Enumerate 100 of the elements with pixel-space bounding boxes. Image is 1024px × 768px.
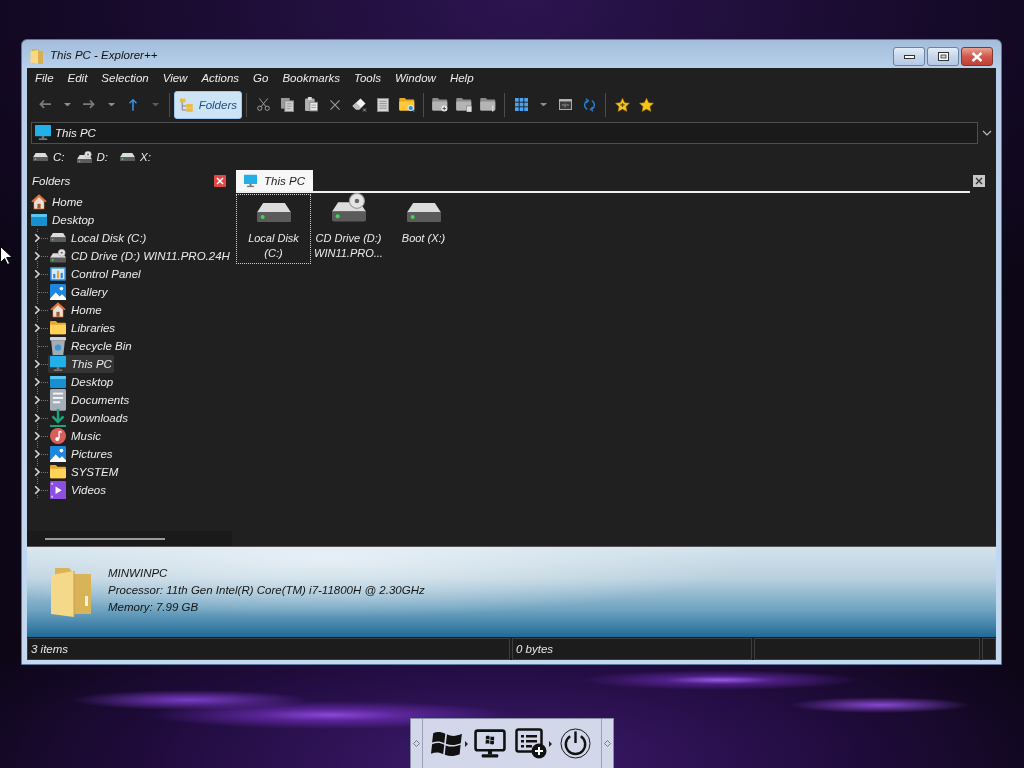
scissors-icon <box>256 98 270 111</box>
video-icon <box>50 480 66 500</box>
close-icon <box>971 51 983 62</box>
mouse-pointer-icon <box>0 246 12 265</box>
menu-item[interactable]: View <box>155 68 195 89</box>
maximize-button[interactable] <box>927 47 959 66</box>
taskbar-button[interactable] <box>515 726 552 761</box>
tree-item[interactable]: Videos <box>48 481 108 499</box>
chevron-icon[interactable] <box>34 467 41 477</box>
drive-icon <box>406 202 441 222</box>
chevron-down-icon[interactable] <box>982 130 992 136</box>
up-arrow-icon <box>129 98 137 111</box>
drive-button[interactable]: C: <box>32 148 66 166</box>
chevron-icon[interactable] <box>34 395 41 405</box>
drive-icon <box>120 152 135 162</box>
folder-icon <box>50 321 66 335</box>
minimize-button[interactable] <box>893 47 925 66</box>
tree-item[interactable]: Gallery <box>48 283 110 301</box>
menu-item[interactable]: Bookmarks <box>275 68 347 89</box>
resize-grip[interactable] <box>982 638 996 660</box>
grip-icon <box>413 740 420 747</box>
window-title: This PC - Explorer++ <box>50 49 158 61</box>
drive-button[interactable]: X: <box>119 148 152 166</box>
tree-item[interactable]: Desktop <box>48 373 116 391</box>
address-field[interactable]: This PC <box>31 122 978 144</box>
tree-item[interactable]: Home <box>48 301 104 319</box>
cd-drive-icon <box>50 249 66 263</box>
monitor-icon <box>50 356 66 372</box>
chevron-icon[interactable] <box>34 413 41 423</box>
folder-tree-icon <box>179 96 194 113</box>
list-add-icon <box>515 728 547 759</box>
document-icon <box>50 389 66 411</box>
home-icon <box>50 302 66 318</box>
horizontal-scrollbar[interactable] <box>27 531 232 546</box>
chevron-icon[interactable] <box>34 359 41 369</box>
menu-item[interactable]: Tools <box>347 68 389 89</box>
caret-icon <box>151 102 159 107</box>
folders-button[interactable]: Folders <box>174 90 242 119</box>
menu-item[interactable]: File <box>28 68 61 89</box>
left-arrow-icon <box>39 100 51 109</box>
drive-item[interactable]: Boot (X:) <box>386 194 461 249</box>
tree-item[interactable]: Home <box>29 193 85 211</box>
grid-icon <box>514 98 528 111</box>
monitor-icon <box>35 125 51 141</box>
close-pane-button[interactable] <box>214 174 226 187</box>
tree-item[interactable]: Documents <box>48 391 132 409</box>
chevron-icon[interactable] <box>34 269 41 279</box>
status-text: 0 bytes <box>516 643 554 655</box>
folder-icon <box>456 97 472 112</box>
caret-icon <box>63 102 71 107</box>
home-icon <box>31 194 47 210</box>
tab[interactable]: This PC <box>236 170 313 191</box>
drive-button[interactable]: D: <box>75 148 109 166</box>
chevron-icon[interactable] <box>34 377 41 387</box>
chevron-icon[interactable] <box>34 485 41 495</box>
folder-icon <box>30 48 44 64</box>
taskbar-button[interactable] <box>560 726 591 761</box>
chevron-icon[interactable] <box>34 323 41 333</box>
tree-item[interactable]: Control Panel <box>48 265 143 283</box>
menu-item[interactable]: Window <box>388 68 443 89</box>
desktop-icon <box>50 376 66 388</box>
close-button[interactable] <box>961 47 993 66</box>
chevron-icon[interactable] <box>34 251 41 261</box>
close-icon <box>975 177 983 185</box>
drive-item[interactable]: Local Disk (C:) <box>236 194 311 264</box>
menu-item[interactable]: Edit <box>60 68 95 89</box>
chevron-icon[interactable] <box>34 449 41 459</box>
tree-item[interactable]: Local Disk (C:) <box>48 229 149 247</box>
menu-item[interactable]: Help <box>442 68 481 89</box>
caret-icon <box>107 102 115 107</box>
tree-item[interactable]: Desktop <box>29 211 97 229</box>
tree-item[interactable]: Downloads <box>48 409 130 427</box>
menu-item[interactable]: Actions <box>194 68 247 89</box>
close-tab-button[interactable] <box>973 175 985 187</box>
recycle-bin-icon <box>50 336 66 356</box>
monitor-icon <box>474 729 506 758</box>
menu-item[interactable]: Go <box>246 68 276 89</box>
tree-item[interactable]: Recycle Bin <box>48 337 134 355</box>
tree-item[interactable]: Music <box>48 427 104 445</box>
picture-icon <box>50 446 66 462</box>
control-panel-icon <box>50 267 66 281</box>
tree-item[interactable]: SYSTEM <box>48 463 121 481</box>
monitor-icon <box>244 172 258 189</box>
close-icon <box>216 176 224 185</box>
drive-icon <box>50 233 66 243</box>
tree-item[interactable]: Libraries <box>48 319 118 337</box>
chevron-icon[interactable] <box>34 431 41 441</box>
status-text: 3 items <box>31 643 69 655</box>
tree-item[interactable]: Pictures <box>48 445 115 463</box>
tree-item[interactable]: CD Drive (D:) WIN11.PRO.24H <box>48 247 232 265</box>
chevron-icon[interactable] <box>34 305 41 315</box>
tree-item[interactable]: This PC <box>48 355 114 373</box>
chevron-icon[interactable] <box>34 233 41 243</box>
star-plus-icon <box>614 97 630 112</box>
menu-item[interactable]: Selection <box>94 68 156 89</box>
caret-icon <box>539 102 547 107</box>
drive-item[interactable]: CD Drive (D:) WIN11.PRO... <box>311 194 386 264</box>
terminal-icon <box>558 99 572 110</box>
pane-title: Folders <box>32 174 71 187</box>
list-icon <box>377 97 389 112</box>
